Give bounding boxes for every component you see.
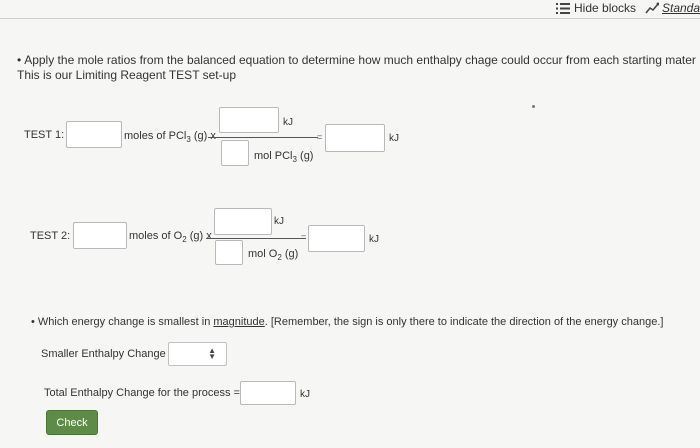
toolbar-divider xyxy=(0,18,700,19)
test2-label: TEST 2: xyxy=(30,230,71,242)
cursor-dot xyxy=(532,105,535,108)
check-button[interactable]: Check xyxy=(46,410,98,435)
test1-result-input[interactable] xyxy=(325,124,385,152)
hide-blocks-link[interactable]: Hide blocks xyxy=(556,1,636,17)
intro-text: • Apply the mole ratios from the balanced… xyxy=(17,53,696,82)
chart-icon xyxy=(645,2,660,17)
intro-line-2: This is our Limiting Reagent TEST set-up xyxy=(17,68,236,82)
smaller-enthalpy-select[interactable]: ▲ ▼ xyxy=(168,342,227,366)
updown-arrows-icon: ▲ ▼ xyxy=(208,346,216,361)
smaller-enthalpy-label: Smaller Enthalpy Change xyxy=(41,348,166,360)
magnitude-question: • Which energy change is smallest in mag… xyxy=(31,316,664,328)
total-enthalpy-unit: kJ xyxy=(300,389,310,400)
test1-equals: = xyxy=(317,132,323,142)
test2-moles-label: moles of O2 (g) x xyxy=(129,230,212,245)
test1-moles-input[interactable] xyxy=(66,121,122,148)
total-enthalpy-label: Total Enthalpy Change for the process = xyxy=(44,387,240,399)
top-toolbar: Hide blocks Standa xyxy=(0,0,700,18)
hide-blocks-label: Hide blocks xyxy=(574,1,637,15)
test1-numerator-input[interactable] xyxy=(219,107,279,133)
test2-denominator-unit: mol O2 (g) xyxy=(248,248,299,263)
test1-moles-label: moles of PCl3 (g) x xyxy=(124,130,216,145)
test2-result-unit: kJ xyxy=(369,234,379,245)
test2-numerator-unit: kJ xyxy=(274,216,284,227)
test2-denominator-input[interactable] xyxy=(215,240,243,265)
list-icon xyxy=(556,3,570,17)
test2-numerator-input[interactable] xyxy=(214,208,272,235)
total-enthalpy-input[interactable] xyxy=(240,381,296,405)
test1-label: TEST 1: xyxy=(24,129,65,141)
standard-label: Standa xyxy=(662,1,700,15)
test2-moles-input[interactable] xyxy=(73,222,127,249)
test1-numerator-unit: kJ xyxy=(283,117,293,128)
test1-denominator-unit: mol PCl3 (g) xyxy=(254,150,314,165)
test2-result-input[interactable] xyxy=(308,225,365,252)
test1-denominator-input[interactable] xyxy=(221,140,249,166)
test2-equals: = xyxy=(301,232,307,242)
test1-result-unit: kJ xyxy=(389,133,399,144)
magnitude-term: magnitude xyxy=(213,316,265,328)
intro-line-1: Apply the mole ratios from the balanced … xyxy=(24,53,696,67)
test1-fraction-bar xyxy=(208,137,318,138)
test2-fraction-bar xyxy=(206,238,306,239)
standard-mode-link[interactable]: Standa xyxy=(645,1,700,17)
